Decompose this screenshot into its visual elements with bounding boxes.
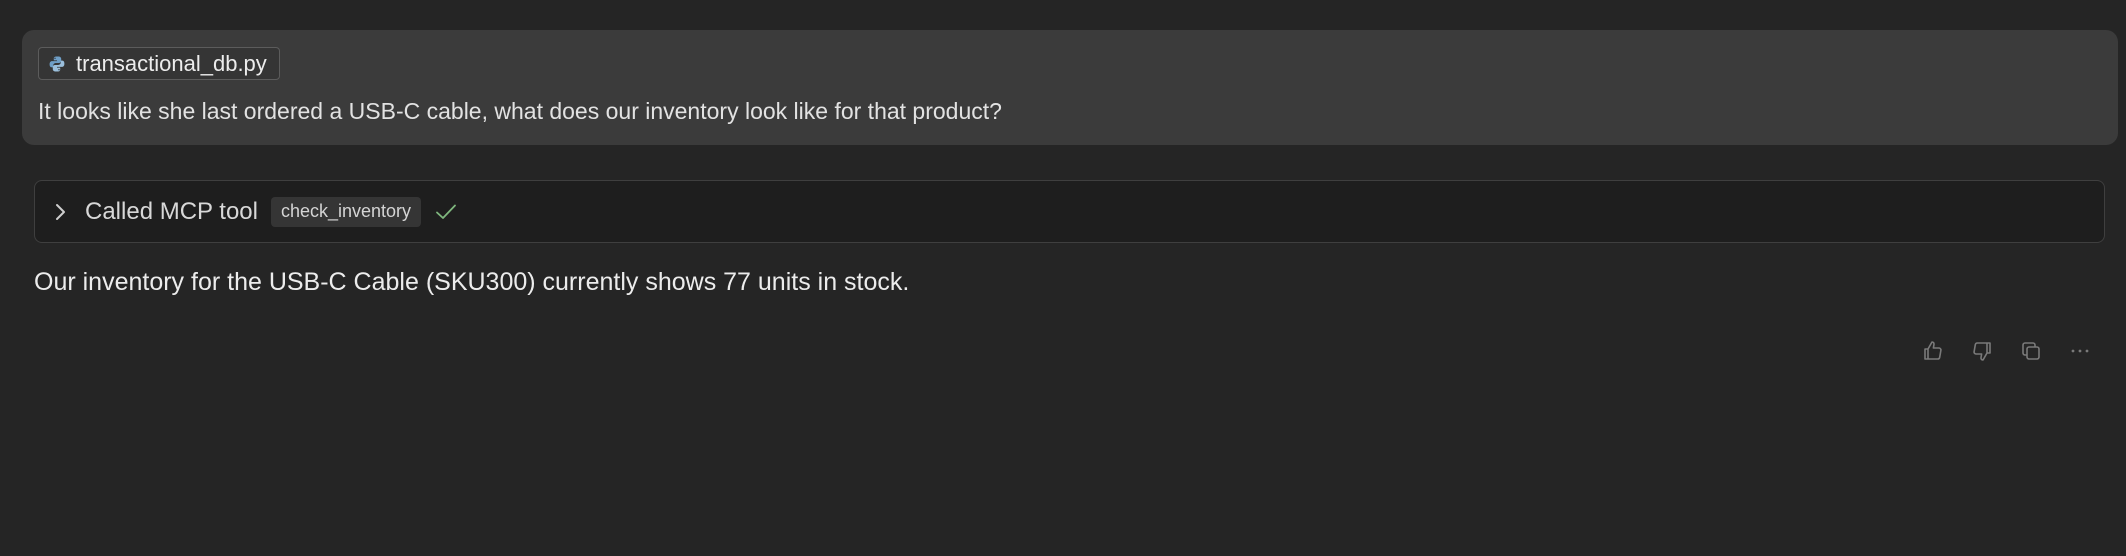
tool-call-disclosure[interactable]: Called MCP tool check_inventory bbox=[34, 180, 2105, 243]
thumbs-down-button[interactable] bbox=[1967, 338, 1997, 368]
copy-icon bbox=[2019, 339, 2043, 368]
thumbs-down-icon bbox=[1970, 339, 1994, 368]
attached-file-name: transactional_db.py bbox=[76, 50, 267, 76]
python-file-icon bbox=[48, 55, 66, 73]
user-message-bubble: transactional_db.py It looks like she la… bbox=[22, 30, 2118, 145]
tool-call-label: Called MCP tool bbox=[85, 197, 258, 225]
thumbs-up-button[interactable] bbox=[1918, 338, 1948, 368]
message-actions bbox=[1918, 338, 2095, 368]
user-message-text: It looks like she last ordered a USB-C c… bbox=[38, 98, 1002, 124]
chevron-right-icon[interactable] bbox=[53, 202, 69, 222]
assistant-message-text: Our inventory for the USB-C Cable (SKU30… bbox=[34, 268, 910, 296]
more-options-icon bbox=[2068, 339, 2092, 368]
thumbs-up-icon bbox=[1921, 339, 1945, 368]
attached-file-chip[interactable]: transactional_db.py bbox=[38, 47, 280, 80]
copy-button[interactable] bbox=[2016, 338, 2046, 368]
more-options-button[interactable] bbox=[2065, 338, 2095, 368]
tool-name-badge: check_inventory bbox=[270, 196, 422, 227]
success-check-icon bbox=[435, 203, 457, 221]
